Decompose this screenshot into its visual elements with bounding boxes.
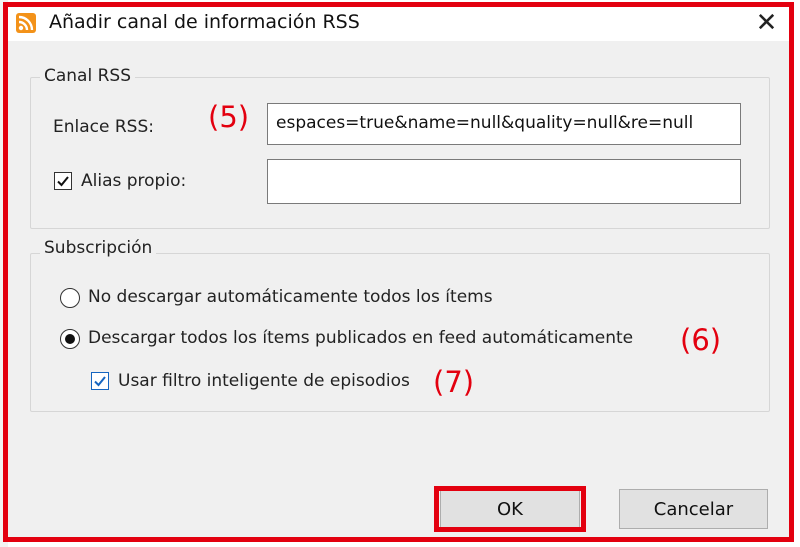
alias-input[interactable] (267, 159, 741, 204)
dialog-title: Añadir canal de información RSS (49, 11, 360, 33)
alias-checkbox[interactable] (54, 172, 72, 190)
rss-channel-group (30, 77, 770, 229)
close-button[interactable]: ✕ (744, 5, 789, 41)
radio-no-download[interactable] (60, 288, 80, 308)
annotation-5: (5) (208, 100, 250, 134)
add-rss-feed-dialog: Añadir canal de información RSS ✕ Canal … (8, 5, 789, 539)
smart-filter-checkbox[interactable] (91, 372, 109, 390)
alias-label: Alias propio: (81, 171, 187, 191)
radio-download-all-label[interactable]: Descargar todos los ítems publicados en … (88, 328, 633, 348)
rss-feed-icon (16, 13, 36, 33)
cancel-button[interactable]: Cancelar (619, 489, 768, 529)
rss-link-value: espaces=true&name=null&quality=null&re=n… (276, 113, 694, 133)
check-icon (94, 376, 106, 387)
rss-channel-group-title: Canal RSS (40, 66, 136, 86)
radio-selected-dot (65, 334, 75, 344)
title-bar: Añadir canal de información RSS ✕ (8, 5, 789, 41)
close-icon: ✕ (755, 8, 778, 38)
smart-filter-label[interactable]: Usar filtro inteligente de episodios (118, 371, 410, 391)
rss-link-input[interactable]: espaces=true&name=null&quality=null&re=n… (267, 103, 741, 145)
subscription-group-title: Subscripción (40, 238, 157, 258)
annotation-6: (6) (680, 323, 722, 357)
radio-download-all[interactable] (60, 329, 80, 349)
ok-button[interactable]: OK (440, 489, 580, 529)
annotation-7: (7) (433, 365, 475, 399)
radio-no-download-label[interactable]: No descargar automáticamente todos los í… (88, 287, 493, 307)
background-window-edge (0, 0, 8, 547)
check-icon (57, 176, 69, 187)
rss-link-label: Enlace RSS: (53, 117, 154, 137)
